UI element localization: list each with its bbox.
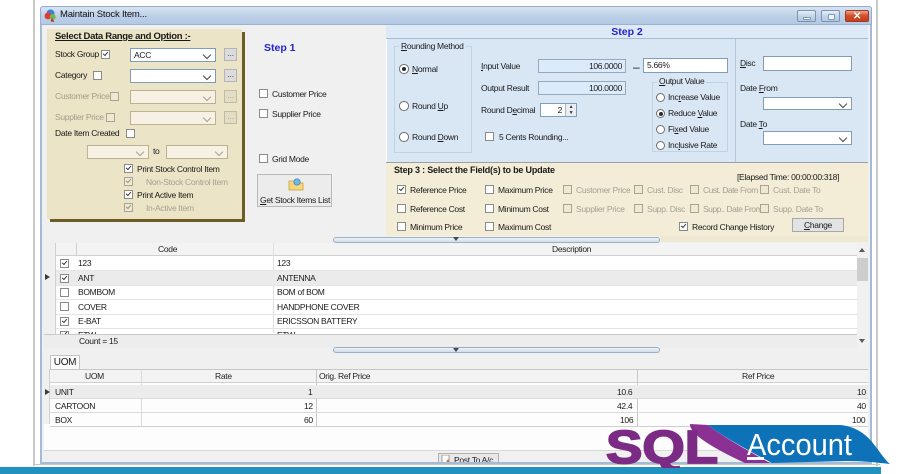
svg-text:SQL: SQL — [606, 421, 718, 468]
svg-text:Account: Account — [747, 427, 852, 462]
